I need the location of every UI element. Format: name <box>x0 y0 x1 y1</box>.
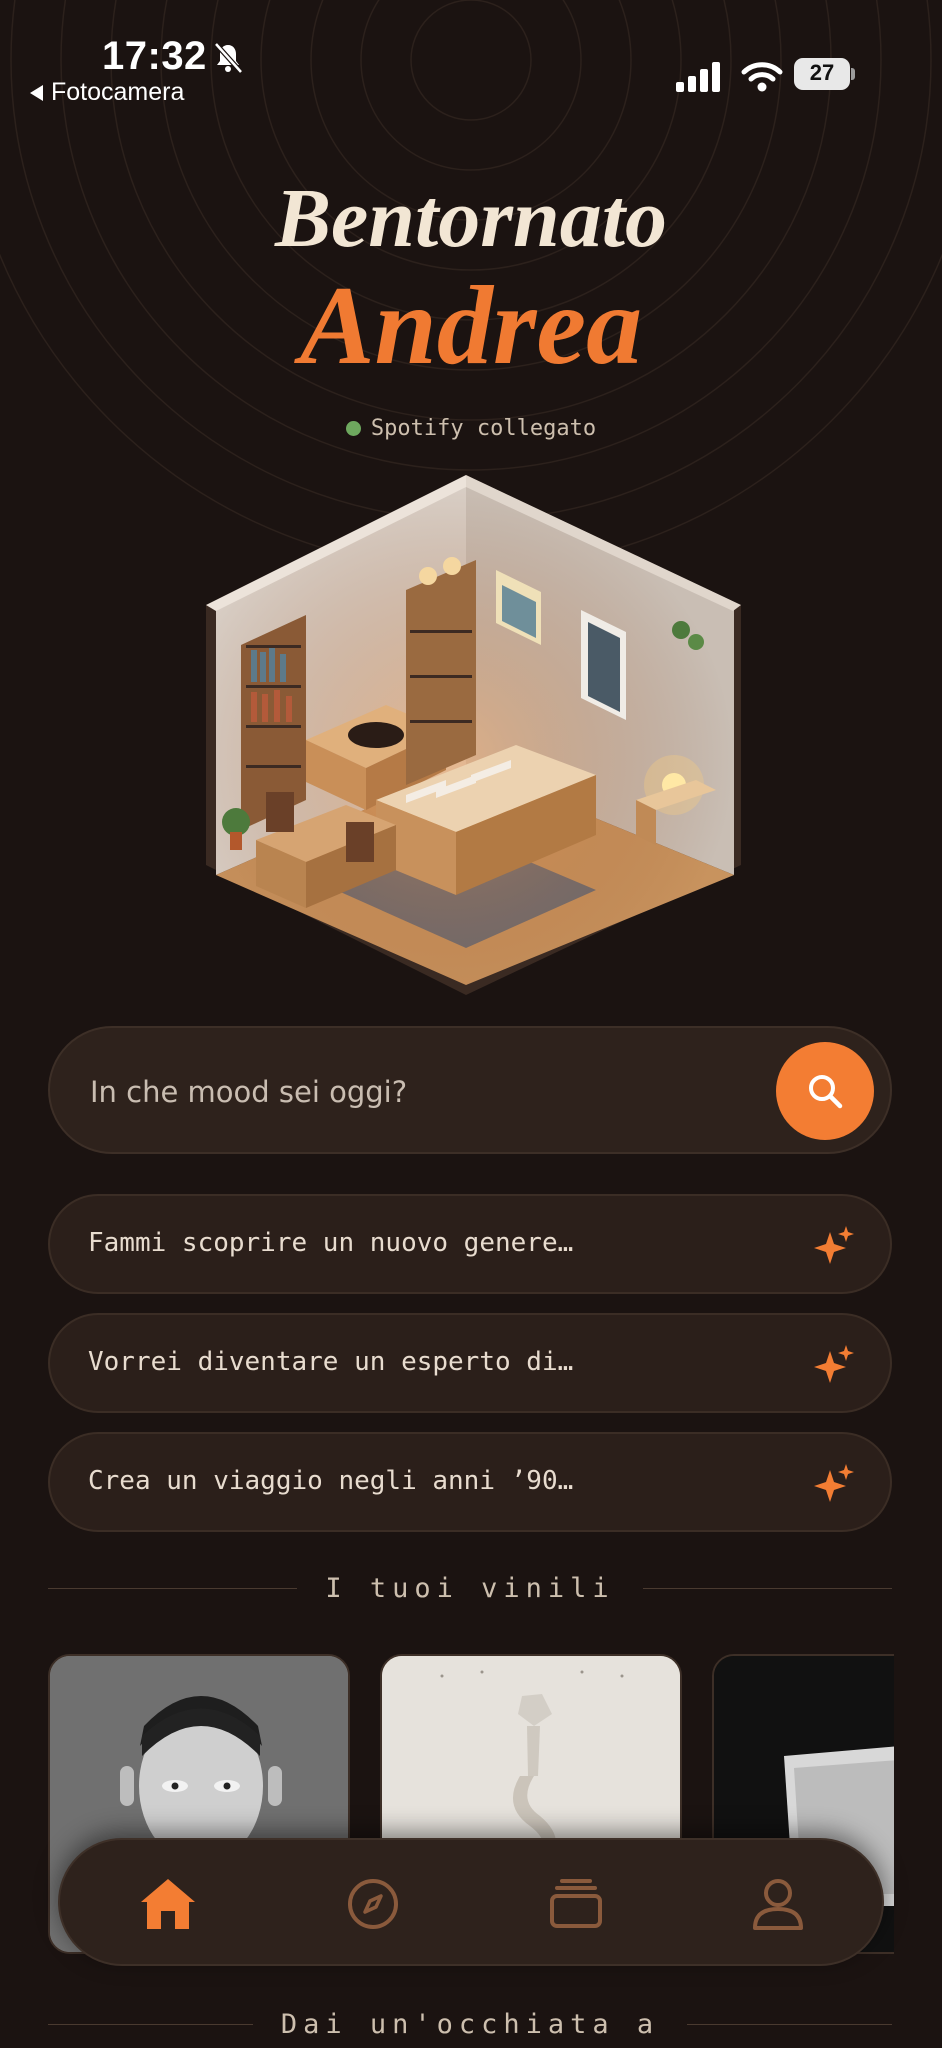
suggestion-label: Vorrei diventare un esperto di… <box>88 1347 574 1377</box>
back-label: Fotocamera <box>51 78 185 106</box>
nav-collection[interactable] <box>538 1866 614 1942</box>
status-bar: 17:32 Fotocamera 27 <box>0 0 942 110</box>
home-icon <box>141 1879 195 1929</box>
suggestion-new-genre[interactable]: Fammi scoprire un nuovo genere… <box>48 1194 892 1294</box>
back-arrow-icon <box>30 84 43 101</box>
bottom-navigation <box>58 1838 884 1966</box>
stack-icon <box>550 1879 602 1928</box>
compass-icon <box>348 1879 398 1929</box>
mood-search-input[interactable] <box>88 1068 732 1116</box>
divider-line <box>642 1587 893 1589</box>
divider-line <box>48 2023 253 2025</box>
sparkle-icon <box>814 1226 854 1264</box>
greeting-title: Bentornato <box>274 172 668 265</box>
cellular-signal-icon <box>676 62 720 92</box>
music-room-illustration <box>206 475 741 995</box>
suggestion-label: Crea un viaggio negli anni ’90… <box>88 1466 574 1496</box>
section-title: I tuoi vinili <box>325 1572 615 1604</box>
section-your-vinyls-header: I tuoi vinili <box>48 1568 893 1608</box>
mood-search-bar <box>48 1026 892 1154</box>
nav-home[interactable] <box>130 1866 206 1942</box>
wifi-icon <box>741 62 783 92</box>
nav-profile[interactable] <box>740 1866 816 1942</box>
suggestion-label: Fammi scoprire un nuovo genere… <box>88 1228 574 1258</box>
battery-level: 27 <box>809 60 835 85</box>
back-to-camera-link[interactable]: Fotocamera <box>30 78 184 107</box>
battery-indicator: 27 <box>794 58 856 92</box>
sparkle-icon <box>814 1345 854 1383</box>
spotify-status-label: Spotify collegato <box>370 416 597 441</box>
divider-line <box>687 2023 892 2025</box>
spotify-status: Spotify collegato <box>0 416 942 441</box>
section-explore-header: Dai un'occhiata a <box>48 2004 892 2044</box>
sparkle-icon <box>814 1464 854 1502</box>
nav-explore[interactable] <box>335 1866 411 1942</box>
suggestion-90s-journey[interactable]: Crea un viaggio negli anni ’90… <box>48 1432 892 1532</box>
suggestion-become-expert[interactable]: Vorrei diventare un esperto di… <box>48 1313 892 1413</box>
divider-line <box>48 1587 298 1589</box>
connected-dot-icon <box>345 421 361 436</box>
search-button[interactable] <box>776 1042 874 1140</box>
search-icon <box>809 1075 843 1109</box>
status-time: 17:32 <box>102 34 207 78</box>
user-icon <box>753 1879 803 1930</box>
bell-muted-icon <box>214 42 243 74</box>
section-title: Dai un'occhiata a <box>280 2008 660 2040</box>
greeting-username: Andrea <box>299 264 643 388</box>
